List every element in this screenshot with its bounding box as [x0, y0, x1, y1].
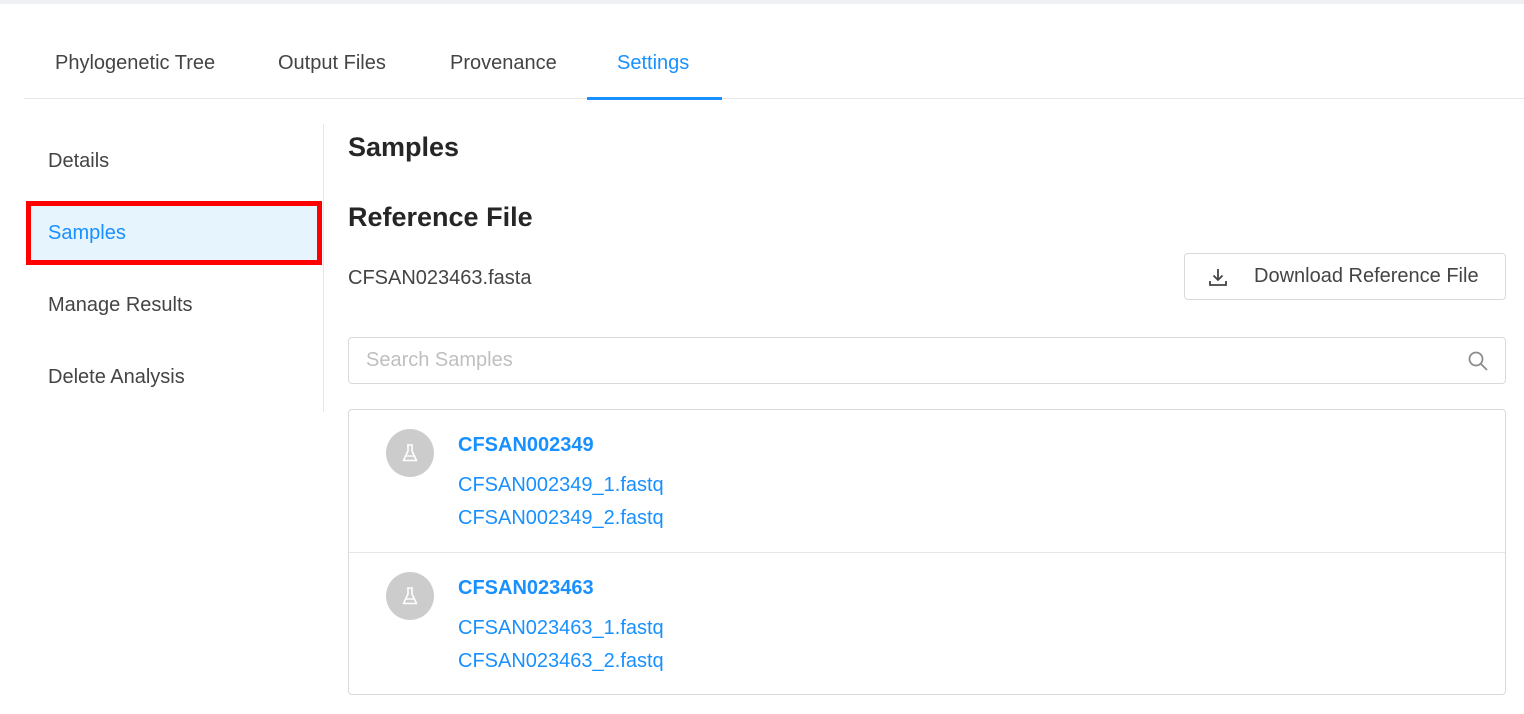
search-box	[348, 337, 1506, 384]
tab-provenance[interactable]: Provenance	[450, 40, 557, 99]
list-item: CFSAN002349 CFSAN002349_1.fastq CFSAN002…	[349, 410, 1505, 552]
sample-name-link[interactable]: CFSAN023463	[458, 577, 594, 600]
sidebar-item-manage-results[interactable]: Manage Results	[28, 275, 320, 335]
sample-file-link[interactable]: CFSAN023463_2.fastq	[458, 650, 664, 673]
sidebar-item-details[interactable]: Details	[28, 131, 320, 191]
sidebar-item-samples[interactable]: Samples	[26, 201, 322, 265]
flask-icon	[386, 429, 434, 477]
sample-file-link[interactable]: CFSAN002349_1.fastq	[458, 474, 664, 497]
settings-side-menu: Details Samples Manage Results Delete An…	[26, 124, 324, 412]
download-reference-button[interactable]: Download Reference File	[1184, 253, 1506, 300]
active-tab-indicator	[587, 97, 722, 100]
samples-list: CFSAN002349 CFSAN002349_1.fastq CFSAN002…	[348, 409, 1506, 695]
samples-panel: Samples Reference File CFSAN023463.fasta…	[348, 124, 1506, 704]
flask-icon	[386, 572, 434, 620]
page-title: Samples	[348, 132, 460, 162]
list-item: CFSAN023463 CFSAN023463_1.fastq CFSAN023…	[349, 552, 1505, 694]
search-input[interactable]	[349, 338, 1449, 383]
download-reference-label: Download Reference File	[1254, 265, 1479, 287]
analysis-tabs: Phylogenetic Tree Output Files Provenanc…	[24, 40, 1524, 100]
sidebar-item-delete-analysis[interactable]: Delete Analysis	[28, 347, 320, 407]
sample-file-link[interactable]: CFSAN002349_2.fastq	[458, 507, 664, 530]
search-icon[interactable]	[1467, 350, 1489, 372]
download-icon	[1207, 266, 1229, 288]
tab-phylogenetic-tree[interactable]: Phylogenetic Tree	[55, 40, 215, 99]
sample-file-link[interactable]: CFSAN023463_1.fastq	[458, 617, 664, 640]
tab-output-files[interactable]: Output Files	[278, 40, 386, 99]
sample-name-link[interactable]: CFSAN002349	[458, 434, 594, 457]
tab-settings[interactable]: Settings	[617, 40, 689, 99]
reference-filename: CFSAN023463.fasta	[348, 267, 532, 289]
top-border	[0, 0, 1524, 4]
reference-file-heading: Reference File	[348, 202, 533, 232]
